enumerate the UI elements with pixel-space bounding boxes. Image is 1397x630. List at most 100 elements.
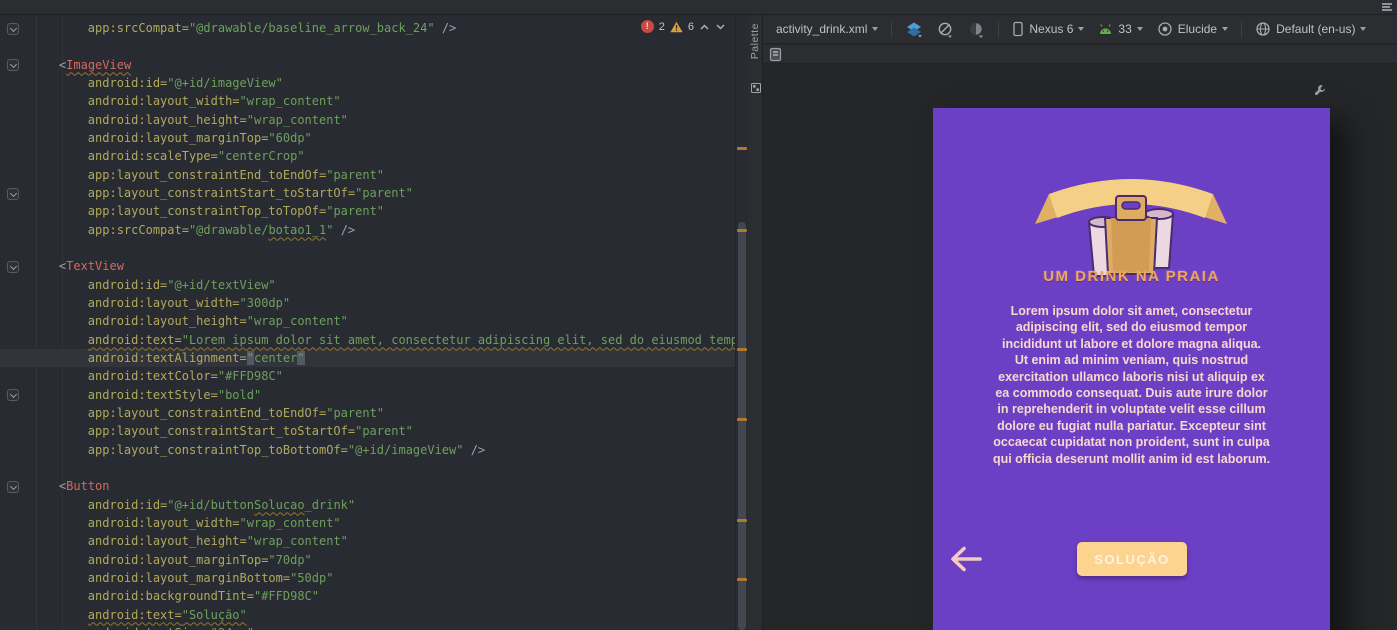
code-line[interactable]: android:textColor="#FFD98C" — [30, 367, 735, 385]
scrollbar-thumb[interactable] — [738, 222, 746, 630]
locale-selector[interactable]: Default (en-us) — [1255, 21, 1367, 37]
code-line[interactable] — [30, 37, 735, 55]
code-line[interactable] — [30, 459, 735, 477]
locale-name: Default (en-us) — [1276, 22, 1356, 36]
night-mode-toggle[interactable] — [968, 21, 985, 38]
fold-icon[interactable] — [7, 481, 19, 494]
toolbar-separator — [1241, 21, 1243, 37]
chevron-down-icon — [1360, 27, 1367, 31]
code-line[interactable]: android:layout_width="300dp" — [30, 294, 735, 312]
body-line: Lorem ipsum dolor sit amet, consectetur — [1010, 304, 1253, 318]
palette-icon[interactable] — [751, 83, 761, 93]
code-line[interactable]: app:srcCompat="@drawable/baseline_arrow_… — [30, 19, 735, 37]
api-level: 33 — [1118, 22, 1132, 36]
fold-icon[interactable] — [7, 389, 19, 402]
palette-tab-strip: Palette — [748, 15, 763, 630]
body-line: occaecat cupidatat non proident, sunt in… — [993, 435, 1270, 450]
code-line[interactable]: app:layout_constraintStart_toStartOf="pa… — [30, 184, 735, 202]
body-line: Ut enim ad minim veniam, quis nostrud — [1014, 353, 1249, 368]
warning-stripe-mark[interactable] — [737, 418, 747, 421]
code-line[interactable]: app:layout_constraintTop_toBottomOf="@+i… — [30, 441, 735, 459]
code-line[interactable]: android:layout_width="wrap_content" — [30, 92, 735, 110]
error-count: 2 — [658, 20, 665, 33]
toolbar-separator — [891, 21, 893, 37]
theme-selector[interactable]: Elucide — [1157, 21, 1229, 37]
code-line[interactable]: android:id="@+id/buttonSolucao_drink" — [30, 496, 735, 514]
fold-icon[interactable] — [7, 59, 19, 72]
code-line[interactable]: <TextView — [30, 257, 735, 275]
device-selector[interactable]: Nexus 6 — [1012, 21, 1085, 37]
theme-name: Elucide — [1177, 22, 1218, 36]
body-line: dolore eu fugiat nulla pariatur. Excepte… — [997, 418, 1266, 433]
design-canvas[interactable]: UM DRINK NA PRAIA Lorem ipsum dolor sit … — [763, 64, 1397, 630]
warning-stripe-mark[interactable] — [737, 578, 747, 581]
fold-icon[interactable] — [7, 22, 19, 35]
device-preview-screen[interactable]: UM DRINK NA PRAIA Lorem ipsum dolor sit … — [933, 108, 1330, 630]
code-line[interactable]: android:text="Lorem ipsum dolor sit amet… — [30, 331, 748, 349]
code-line[interactable]: android:layout_width="wrap_content" — [30, 514, 735, 532]
code-line[interactable]: android:layout_marginBottom="50dp" — [30, 569, 735, 587]
surface-mode-selector[interactable] — [905, 21, 923, 38]
diagonal-slash-icon — [938, 22, 953, 38]
error-stripe[interactable] — [735, 15, 748, 630]
code-line[interactable]: app:layout_constraintStart_toStartOf="pa… — [30, 422, 735, 440]
chevron-down-icon — [1136, 27, 1143, 31]
theme-icon — [1158, 22, 1172, 36]
chevron-down-icon — [1222, 27, 1229, 31]
design-toolbar: activity_drink.xml Nexus 6 33 Elucide De… — [763, 15, 1397, 44]
chevron-down-icon — [1078, 27, 1085, 31]
next-error-icon[interactable] — [715, 23, 726, 31]
warning-stripe-mark[interactable] — [737, 229, 747, 232]
warning-stripe-mark[interactable] — [737, 147, 747, 150]
code-line[interactable]: android:id="@+id/imageView" — [30, 74, 735, 92]
solucao-button[interactable]: SOLUÇÃO — [1077, 542, 1187, 576]
code-editor-lines[interactable]: app:srcCompat="@drawable/baseline_arrow_… — [30, 19, 748, 630]
warning-stripe-mark[interactable] — [737, 348, 747, 351]
api-selector[interactable]: 33 — [1098, 22, 1143, 36]
code-line[interactable]: android:layout_marginTop="60dp" — [30, 129, 735, 147]
file-selector[interactable]: activity_drink.xml — [776, 22, 879, 36]
code-line[interactable]: android:layout_height="wrap_content" — [30, 111, 735, 129]
code-line[interactable]: app:layout_constraintEnd_toEndOf="parent… — [30, 166, 735, 184]
warning-stripe-mark[interactable] — [737, 519, 747, 522]
android-icon — [1100, 23, 1112, 34]
body-line: ea commodo consequat. Duis aute irure do… — [995, 386, 1268, 401]
code-line[interactable]: android:textStyle="bold" — [30, 386, 735, 404]
palette-tab[interactable]: Palette — [749, 23, 761, 59]
inspection-widget[interactable]: ! 2 6 — [640, 20, 726, 33]
menu-lines-icon[interactable] — [1382, 3, 1392, 12]
fold-icon[interactable] — [7, 261, 19, 274]
preview-title: UM DRINK NA PRAIA — [1043, 268, 1220, 285]
code-line[interactable]: android:layout_height="wrap_content" — [30, 312, 735, 330]
body-line: in reprehenderit in voluptate velit esse… — [997, 402, 1266, 417]
layers-icon — [907, 22, 923, 37]
code-line[interactable]: android:scaleType="centerCrop" — [30, 147, 735, 165]
code-line[interactable]: android:layout_height="wrap_content" — [30, 532, 735, 550]
code-line[interactable]: android:text="Solução" — [30, 606, 735, 624]
prev-error-icon[interactable] — [699, 23, 710, 31]
body-line: incididunt ut labore et dolore magna ali… — [1001, 336, 1262, 351]
code-line[interactable]: app:srcCompat="@drawable/botao1_1" /> — [30, 221, 735, 239]
design-tools-toggle[interactable] — [937, 21, 954, 38]
code-line[interactable] — [30, 239, 735, 257]
code-line[interactable]: android:id="@+id/textView" — [30, 276, 735, 294]
wrench-icon[interactable] — [1313, 84, 1326, 98]
code-line[interactable]: android:layout_marginTop="70dp" — [30, 551, 735, 569]
code-line[interactable]: app:layout_constraintEnd_toEndOf="parent… — [30, 404, 735, 422]
code-line[interactable]: android:backgroundTint="#FFD98C" — [30, 587, 735, 605]
screen-surface-icon[interactable] — [769, 47, 782, 62]
android-studio-window: app:srcCompat="@drawable/baseline_arrow_… — [0, 0, 1397, 630]
code-line[interactable]: android:textAlignment="center" — [30, 348, 735, 368]
body-line: adipiscing elit, sed do eiusmod tempor — [1015, 320, 1248, 335]
xml-code-editor[interactable]: app:srcCompat="@drawable/baseline_arrow_… — [0, 15, 748, 630]
device-phone-icon — [1013, 21, 1024, 37]
back-arrow-icon[interactable] — [947, 544, 985, 574]
window-top-strip — [0, 0, 1397, 15]
code-line[interactable]: android:textSize="24sp" — [30, 624, 735, 630]
fold-icon[interactable] — [7, 187, 19, 200]
design-toolbar-secondary — [763, 45, 1397, 64]
code-line[interactable]: <Button — [30, 477, 735, 495]
code-line[interactable]: app:layout_constraintTop_toTopOf="parent… — [30, 202, 735, 220]
drink-carrier-illustration — [1035, 179, 1227, 277]
code-line[interactable]: <ImageView — [30, 56, 735, 74]
